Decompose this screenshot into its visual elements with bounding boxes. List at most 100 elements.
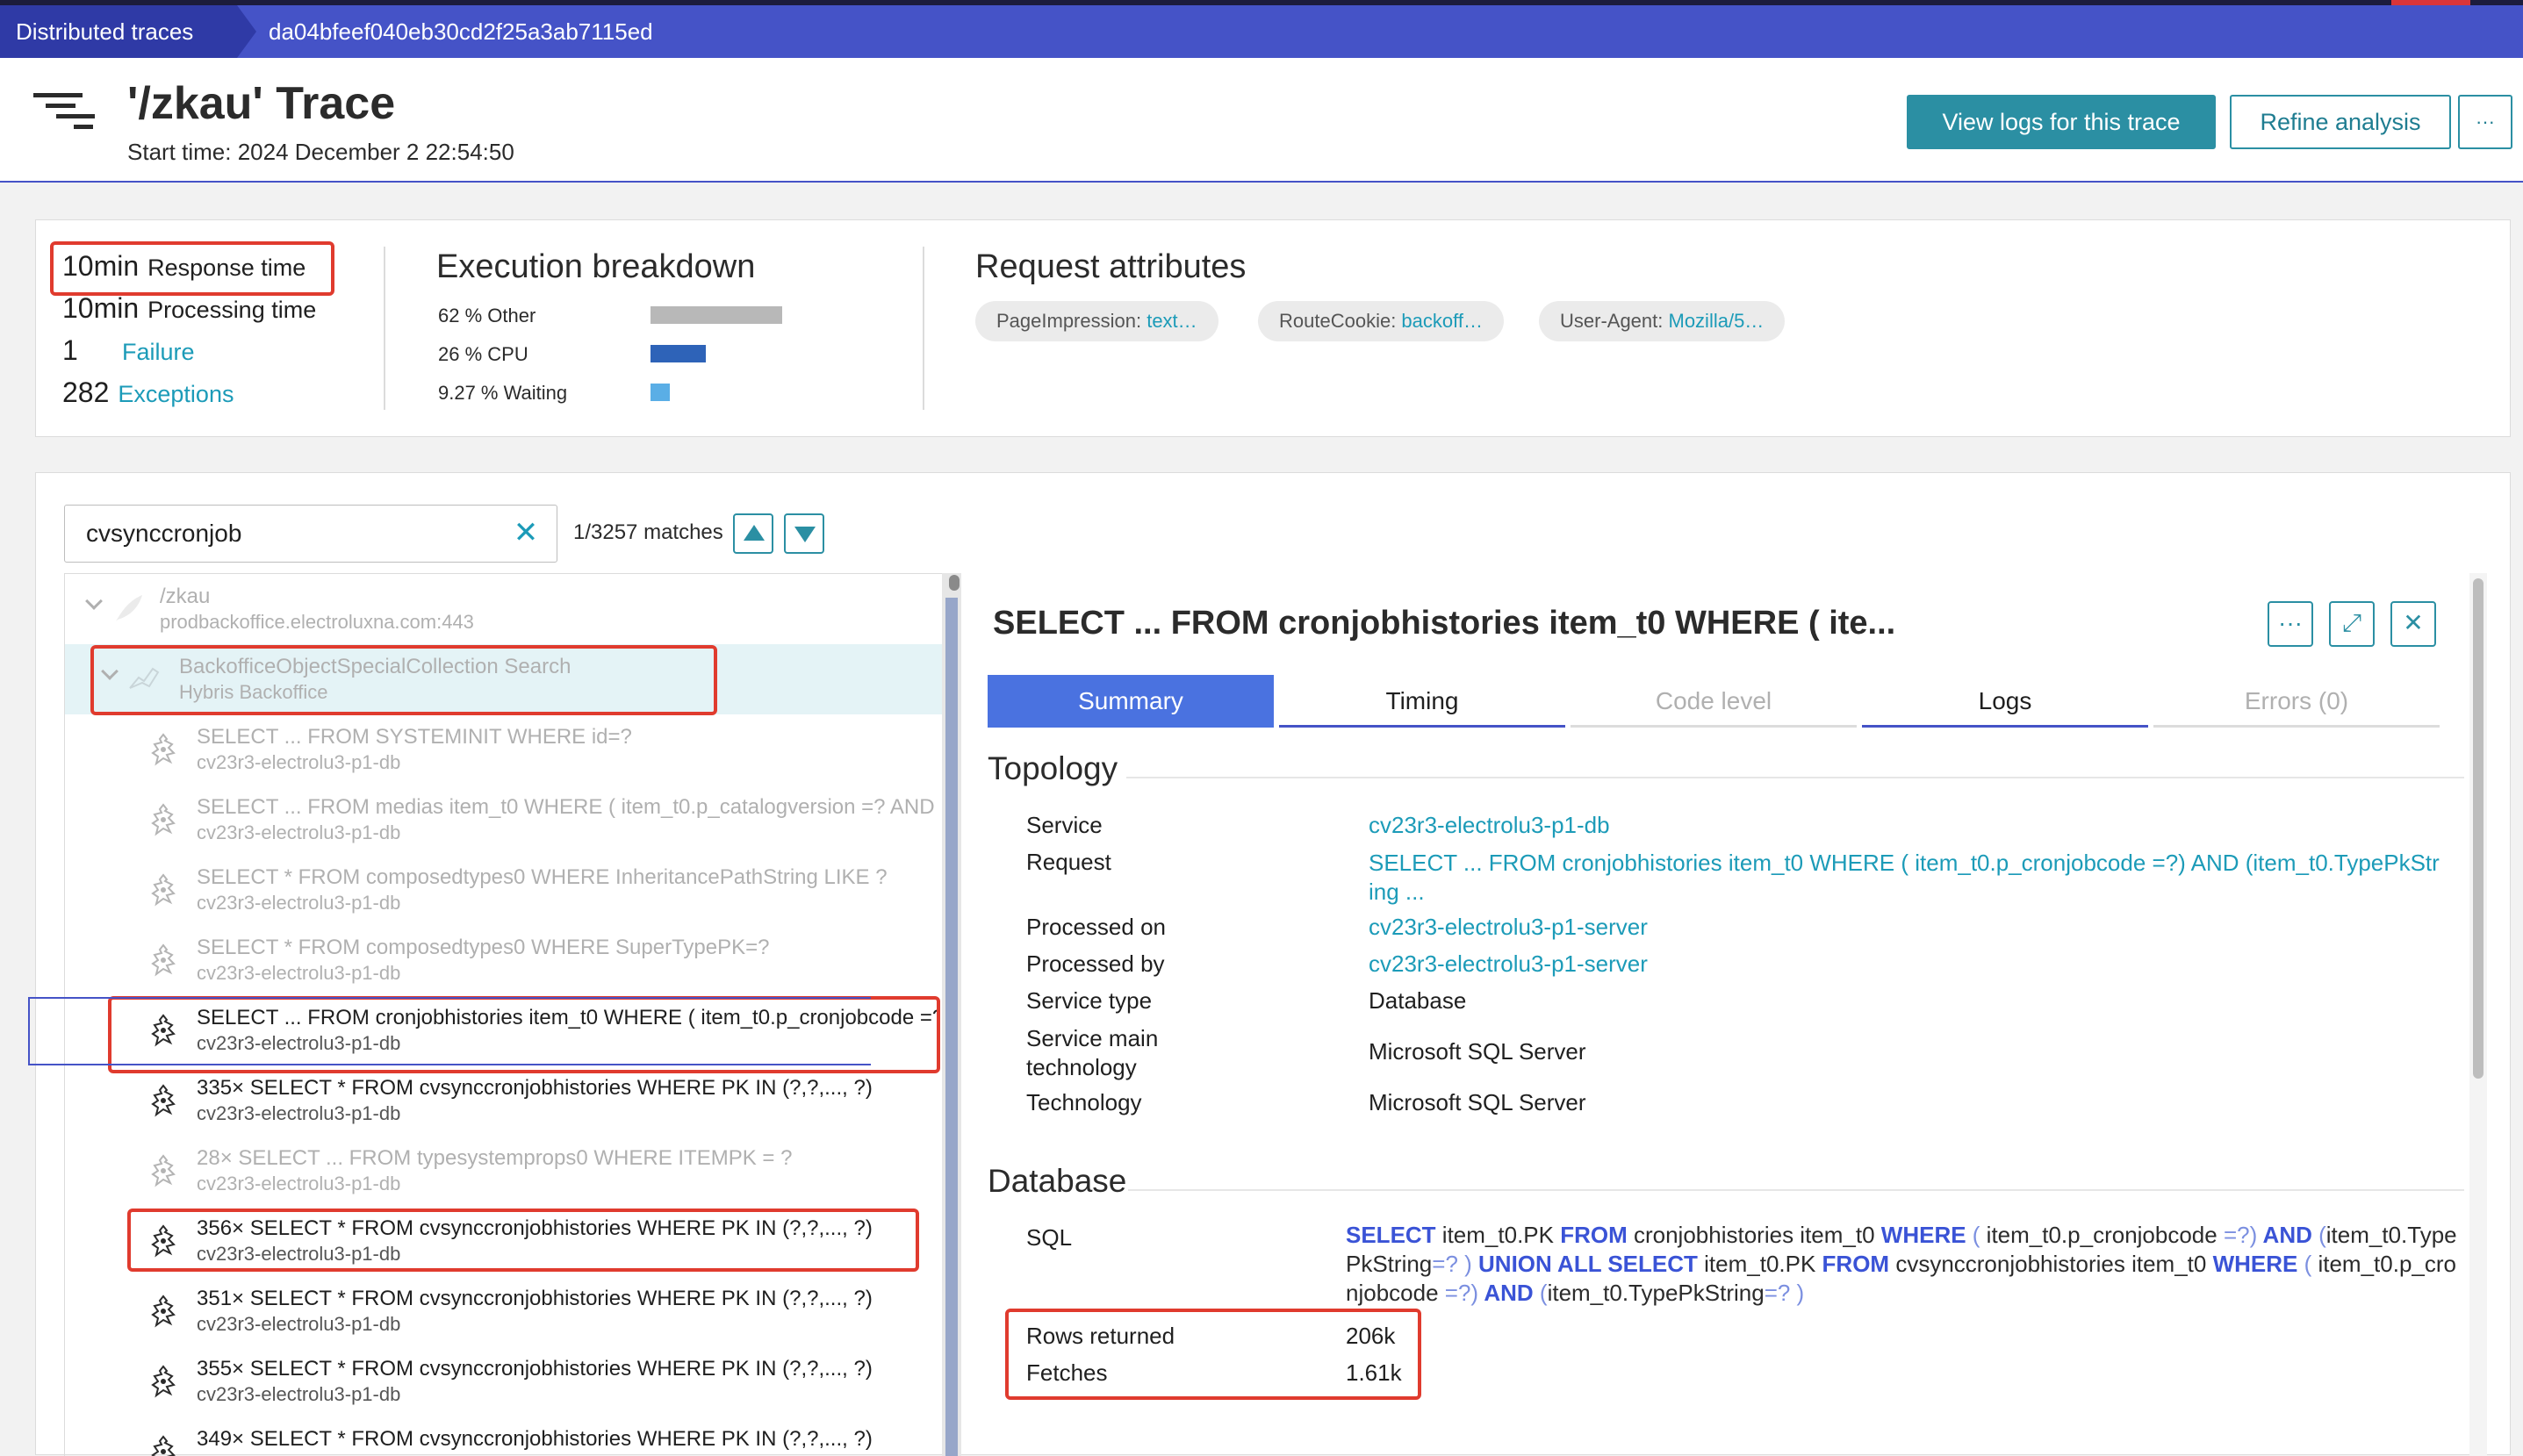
chevron-down-icon[interactable] <box>101 663 119 680</box>
database-icon <box>146 1364 181 1399</box>
breadcrumb-distributed-traces[interactable]: Distributed traces <box>0 5 256 58</box>
detail-more-button[interactable]: ··· <box>2268 601 2313 647</box>
attribute-chip-pageimpression[interactable]: PageImpression: text… <box>975 301 1218 341</box>
tree-row[interactable]: SELECT * FROM composedtypes0 WHERE Inher… <box>65 855 942 925</box>
tree-row-service: cv23r3-electrolu3-p1-db <box>197 751 401 773</box>
tree-row-service: cv23r3-electrolu3-p1-db <box>197 1313 401 1335</box>
database-icon <box>146 1013 181 1048</box>
previous-match-button[interactable] <box>733 513 773 554</box>
tree-scrollbar-thumb[interactable] <box>945 598 958 1456</box>
sql-token: ( <box>2297 1251 2318 1277</box>
attribute-key: PageImpression: <box>996 310 1147 332</box>
sql-token: cvsynccronjobhistories item_t0 <box>1889 1251 2213 1277</box>
tree-row-service: cv23r3-electrolu3-p1-db <box>197 892 401 914</box>
processing-time-metric: 10min Processing time <box>62 292 316 325</box>
tab-code-level[interactable]: Code level <box>1571 675 1857 728</box>
page-header: '/zkau' Trace Start time: 2024 December … <box>0 58 2523 183</box>
tree-row[interactable]: 356× SELECT * FROM cvsynccronjobhistorie… <box>65 1206 942 1276</box>
sql-token: item_t0.PK <box>1697 1251 1822 1277</box>
technology-value: Microsoft SQL Server <box>1369 1089 1586 1115</box>
processing-time-label: Processing time <box>147 297 317 323</box>
detail-scrollbar-thumb[interactable] <box>2473 578 2483 1079</box>
tree-row[interactable]: 355× SELECT * FROM cvsynccronjobhistorie… <box>65 1346 942 1417</box>
tab-errors[interactable]: Errors (0) <box>2153 675 2440 728</box>
topology-key: Technology <box>1026 1089 1142 1115</box>
tree-scrollbar-handle[interactable] <box>949 575 960 591</box>
tree-row[interactable]: /zkau prodbackoffice.electroluxna.com:443 <box>65 574 942 644</box>
tree-row[interactable]: SELECT * FROM composedtypes0 WHERE Super… <box>65 925 942 995</box>
tree-row[interactable]: 28× SELECT ... FROM typesystemprops0 WHE… <box>65 1136 942 1206</box>
tree-row-service: cv23r3-electrolu3-p1-db <box>197 1383 401 1405</box>
view-logs-button[interactable]: View logs for this trace <box>1907 95 2216 149</box>
trace-detail-card: ✕ 1/3257 matches /zkau prodbackoffice.ele… <box>35 472 2511 1456</box>
sql-token: item_t0.PK <box>1435 1222 1561 1248</box>
attribute-value: Mozilla/5… <box>1668 310 1765 332</box>
tree-row-name: 349× SELECT * FROM cvsynccronjobhistorie… <box>197 1427 873 1451</box>
tree-row[interactable]: 349× SELECT * FROM cvsynccronjobhistorie… <box>65 1417 942 1456</box>
attribute-chip-routecookie[interactable]: RouteCookie: backoff… <box>1258 301 1504 341</box>
topology-key: Service <box>1026 812 1103 838</box>
clear-search-icon[interactable]: ✕ <box>511 518 541 548</box>
database-icon <box>146 802 181 837</box>
sql-token: UNION ALL SELECT <box>1478 1251 1698 1277</box>
sql-token: FROM <box>1822 1251 1890 1277</box>
tree-row[interactable]: SELECT ... FROM medias item_t0 WHERE ( i… <box>65 785 942 855</box>
tree-row[interactable]: SELECT ... FROM SYSTEMINIT WHERE id=? cv2… <box>65 714 942 785</box>
tab-logs[interactable]: Logs <box>1862 675 2148 728</box>
database-icon <box>146 943 181 978</box>
tree-row-name: SELECT ... FROM SYSTEMINIT WHERE id=? <box>197 725 632 749</box>
execution-breakdown-title: Execution breakdown <box>436 248 756 285</box>
sql-token: item_t0.p_cronjobcode <box>1986 1222 2224 1248</box>
request-link[interactable]: SELECT ... FROM cronjobhistories item_t0… <box>1369 849 2443 907</box>
sql-token: AND <box>1478 1280 1534 1306</box>
chevron-down-icon[interactable] <box>85 592 103 610</box>
exceptions-value: 282 <box>62 377 110 408</box>
breakdown-bar-waiting <box>651 384 670 401</box>
tree-row[interactable]: BackofficeObjectSpecialCollection Search… <box>65 644 942 714</box>
service-icon <box>126 662 162 697</box>
notification-marker <box>2391 0 2470 5</box>
sql-token: AND <box>2257 1222 2312 1248</box>
fetches-label: Fetches <box>1026 1359 1108 1386</box>
database-icon <box>146 732 181 767</box>
tree-row-service: prodbackoffice.electroluxna.com:443 <box>160 611 474 633</box>
trace-summary-card: 10min Response time 10min Processing time … <box>35 219 2511 437</box>
tree-row[interactable]: SELECT ... FROM cronjobhistories item_t0… <box>65 995 942 1065</box>
attribute-value: text… <box>1146 310 1197 332</box>
attribute-chip-useragent[interactable]: User-Agent: Mozilla/5… <box>1539 301 1786 341</box>
tree-row-name: 28× SELECT ... FROM typesystemprops0 WHE… <box>197 1146 793 1170</box>
failure-link[interactable]: Failure <box>122 339 195 365</box>
breakdown-bar-cpu <box>651 345 706 362</box>
tree-row-service: cv23r3-electrolu3-p1-db <box>197 1102 401 1124</box>
processed-on-link[interactable]: cv23r3-electrolu3-p1-server <box>1369 914 1648 941</box>
tree-row-name: /zkau <box>160 585 211 608</box>
rows-returned-value: 206k <box>1346 1323 1396 1349</box>
tree-row-name: SELECT * FROM composedtypes0 WHERE Inher… <box>197 865 888 889</box>
search-box: ✕ <box>64 505 557 563</box>
tree-row[interactable]: 351× SELECT * FROM cvsynccronjobhistorie… <box>65 1276 942 1346</box>
sql-token: ( <box>1533 1280 1548 1306</box>
expand-icon[interactable]: ⤢ <box>2329 601 2375 647</box>
service-link[interactable]: cv23r3-electrolu3-p1-db <box>1369 812 1610 839</box>
database-icon <box>146 872 181 907</box>
response-time-label: Response time <box>147 255 306 281</box>
more-actions-button[interactable]: ··· <box>2458 95 2512 149</box>
sql-token: =? ) <box>1432 1251 1479 1277</box>
attribute-key: RouteCookie: <box>1279 310 1402 332</box>
search-input[interactable] <box>65 506 495 562</box>
divider <box>384 247 385 410</box>
match-count: 1/3257 matches <box>573 520 723 544</box>
exceptions-link[interactable]: Exceptions <box>118 381 234 407</box>
tree-row-name: BackofficeObjectSpecialCollection Search <box>179 655 571 678</box>
tree-row[interactable]: 335× SELECT * FROM cvsynccronjobhistorie… <box>65 1065 942 1136</box>
processed-by-link[interactable]: cv23r3-electrolu3-p1-server <box>1369 950 1648 978</box>
breakdown-row-label: 9.27 % Waiting <box>438 382 568 404</box>
next-match-button[interactable] <box>784 513 824 554</box>
tab-summary[interactable]: Summary <box>988 675 1274 728</box>
breadcrumb: Distributed traces da04bfeef040eb30cd2f2… <box>0 5 2523 58</box>
breadcrumb-trace-id[interactable]: da04bfeef040eb30cd2f25a3ab7115ed <box>269 5 653 58</box>
close-icon[interactable]: ✕ <box>2390 601 2436 647</box>
tree-row-service: cv23r3-electrolu3-p1-db <box>197 821 401 843</box>
tab-timing[interactable]: Timing <box>1279 675 1565 728</box>
refine-analysis-button[interactable]: Refine analysis <box>2230 95 2451 149</box>
